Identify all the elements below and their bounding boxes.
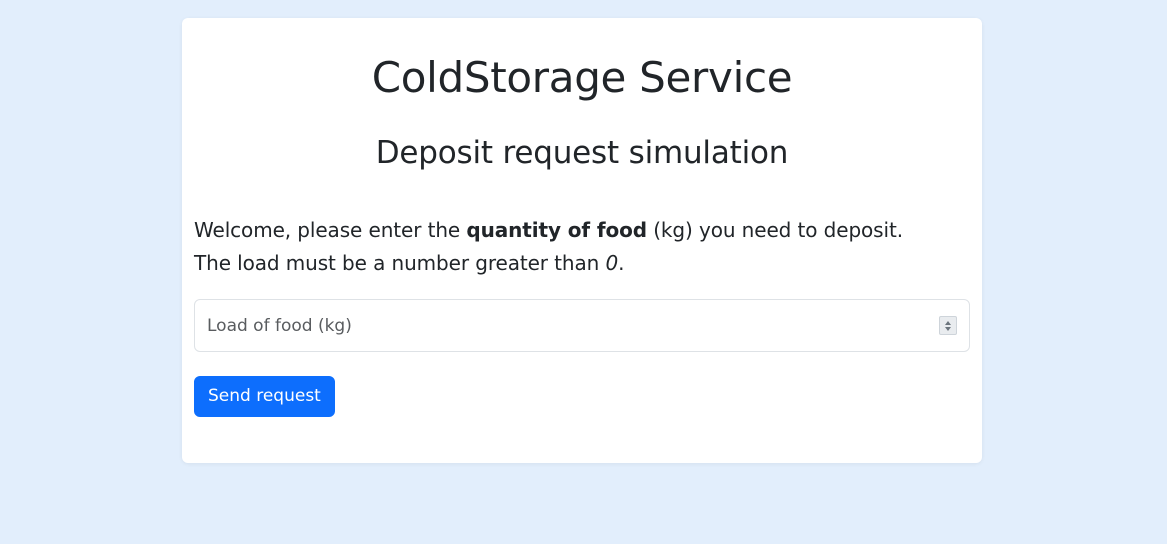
intro-line-1-end: (kg) you need to deposit. (646, 218, 903, 242)
load-input-wrapper (194, 299, 970, 352)
deposit-card: ColdStorage Service Deposit request simu… (182, 18, 982, 463)
spinner-down-icon[interactable] (945, 326, 951, 331)
load-input[interactable] (195, 300, 969, 351)
page-title: ColdStorage Service (371, 53, 793, 102)
intro-quantity-emphasis: quantity of food (466, 218, 647, 242)
page-subtitle: Deposit request simulation (375, 135, 789, 171)
intro-line-2: The load must be a number greater than 0… (194, 247, 903, 280)
intro-line-1: Welcome, please enter the quantity of fo… (194, 214, 903, 247)
intro-text: Welcome, please enter the quantity of fo… (194, 214, 903, 280)
intro-line-1-start: Welcome, please enter the (194, 218, 467, 242)
spinner-up-icon[interactable] (945, 320, 951, 325)
intro-line-2-end: . (618, 251, 625, 275)
send-request-button[interactable]: Send request (194, 376, 335, 417)
intro-line-2-start: The load must be a number greater than (194, 251, 606, 275)
intro-min-value: 0 (605, 251, 619, 275)
number-spinner[interactable] (939, 316, 957, 335)
